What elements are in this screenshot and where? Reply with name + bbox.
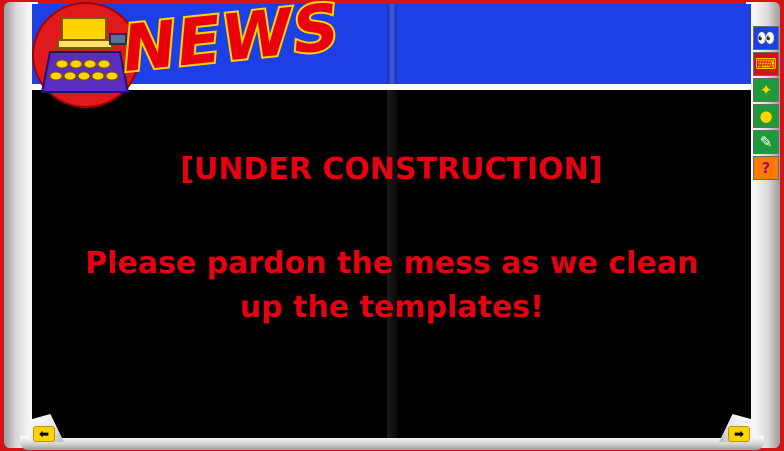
toolbar-eyes-button[interactable]: 👀 xyxy=(753,26,779,50)
news-logo: NEWS xyxy=(117,0,358,100)
right-toolbar: 👀 ⌨ ✦ ● ✎ ? xyxy=(753,26,779,180)
news-logo-text: NEWS xyxy=(117,0,346,89)
arrow-left-icon: ⬅ xyxy=(33,426,55,442)
page-message: Please pardon the mess as we clean up th… xyxy=(85,246,699,325)
book-spine-header xyxy=(387,4,397,84)
arrow-right-icon: ➡ xyxy=(728,426,750,442)
toolbar-news-button[interactable]: ⌨ xyxy=(753,52,779,76)
page-bottom-edge xyxy=(20,436,764,450)
games-icon: ✦ xyxy=(759,81,773,99)
toolbar-poll-button[interactable]: ✎ xyxy=(753,130,779,154)
toolbar-games-button[interactable]: ✦ xyxy=(753,78,779,102)
page-title: [UNDER CONSTRUCTION] xyxy=(180,152,603,187)
help-icon: ? xyxy=(761,159,771,177)
toolbar-help-button[interactable]: ? xyxy=(753,156,779,180)
typewriter-icon: ⌨ xyxy=(755,55,777,73)
chat-bubble-icon: ● xyxy=(759,107,773,125)
toolbar-chat-button[interactable]: ● xyxy=(753,104,779,128)
eyes-icon: 👀 xyxy=(756,29,776,47)
poll-icon: ✎ xyxy=(759,133,773,151)
